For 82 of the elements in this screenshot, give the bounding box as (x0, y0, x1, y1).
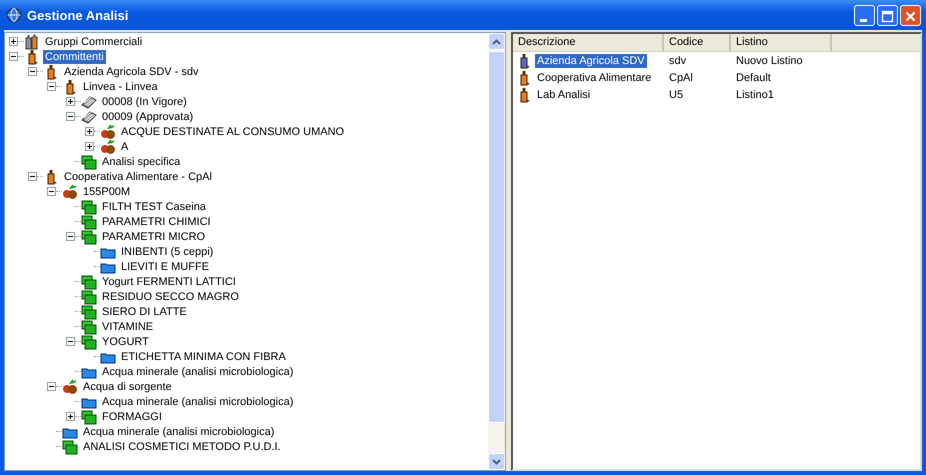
tree-item[interactable]: Gruppi Commerciali (43, 34, 144, 48)
table-cell-text: Default (735, 72, 772, 84)
column-header[interactable]: Listino (731, 34, 832, 51)
expander-toggle[interactable] (66, 412, 75, 421)
list-item[interactable]: Lab Analisi (535, 88, 592, 102)
close-button[interactable] (900, 4, 921, 26)
globe-icon (6, 7, 22, 23)
tree-item[interactable]: ACQUE DESTINATE AL CONSUMO UMANO (119, 124, 346, 138)
tree-item[interactable]: VITAMINE (100, 320, 156, 334)
table-cell-text: Listino1 (735, 88, 775, 100)
scroll-up-button[interactable] (488, 33, 505, 50)
stack-icon (81, 94, 97, 110)
window-title: Gestione Analisi (27, 8, 130, 22)
column-header[interactable]: Codice (664, 34, 731, 51)
tree-item[interactable]: PARAMETRI MICRO (100, 230, 208, 244)
tree-item[interactable]: PARAMETRI CHIMICI (100, 214, 213, 228)
expander-toggle[interactable] (9, 52, 18, 61)
table-cell-text: CpAl (668, 72, 694, 84)
tree-item[interactable]: LIEVITI E MUFFE (119, 260, 212, 274)
tree-item[interactable]: Acqua minerale (analisi microbiologica) (81, 424, 276, 438)
expander-toggle[interactable] (85, 127, 94, 136)
column-header[interactable]: Descrizione (513, 34, 664, 51)
folder-icon (81, 228, 97, 244)
tree-item[interactable]: YOGURT (100, 334, 151, 348)
expander-toggle[interactable] (66, 232, 75, 241)
expander-toggle[interactable] (28, 67, 37, 76)
tree-item[interactable]: ETICHETTA MINIMA CON FIBRA (119, 350, 288, 364)
folder-icon (81, 288, 97, 304)
minimize-button[interactable] (854, 4, 875, 26)
tree-item[interactable]: Yogurt FERMENTI LATTICI (100, 274, 238, 288)
folder-icon (81, 214, 97, 230)
table-cell-text: U5 (668, 88, 684, 100)
folder-icon (81, 408, 97, 424)
minimize-icon (860, 18, 867, 22)
tree-item[interactable]: ANALISI COSMETICI METODO P.U.D.I. (81, 440, 283, 454)
tree-item[interactable]: FILTH TEST Caseina (100, 200, 208, 214)
tree-item[interactable]: Acqua minerale (analisi microbiologica) (100, 394, 296, 408)
folder-icon (81, 154, 97, 170)
fruit-icon (62, 378, 78, 394)
stack-icon (81, 108, 97, 124)
table-cell-text: Nuovo Listino (735, 54, 804, 66)
expander-toggle[interactable] (47, 382, 56, 391)
list-item[interactable]: Cooperativa Alimentare (535, 70, 654, 84)
expander-toggle[interactable] (66, 97, 75, 106)
folder-icon (81, 274, 97, 290)
maximize-button[interactable] (877, 4, 898, 26)
tree-item[interactable]: 155P00M (81, 184, 132, 198)
folder-icon (81, 318, 97, 334)
fruit-icon (62, 184, 78, 200)
tree-item[interactable]: 00008 (In Vigore) (100, 94, 189, 108)
bottles-icon (24, 34, 40, 50)
folder-icon (81, 198, 97, 214)
scroll-down-button[interactable] (488, 453, 505, 470)
expander-toggle[interactable] (28, 172, 37, 181)
list-item[interactable]: Azienda Agricola SDV (535, 54, 647, 68)
expander-toggle[interactable] (47, 187, 56, 196)
tree-item[interactable]: Linvea - Linvea (81, 80, 160, 94)
expander-toggle[interactable] (47, 82, 56, 91)
tree-item[interactable]: FORMAGGI (100, 410, 164, 424)
expander-toggle[interactable] (9, 37, 18, 46)
chevron-down-icon (492, 458, 501, 464)
expander-toggle[interactable] (85, 142, 94, 151)
folder-icon (62, 438, 78, 454)
tree-item[interactable]: Analisi specifica (100, 154, 182, 168)
tree-item[interactable]: Committenti (43, 50, 106, 64)
tree-item[interactable]: Cooperativa Alimentare - CpAl (62, 170, 214, 184)
fruit-icon (100, 138, 116, 154)
tree-item[interactable]: Acqua minerale (analisi microbiologica) (100, 364, 296, 378)
chevron-up-icon (492, 38, 501, 44)
tree-item[interactable]: RESIDUO SECCO MAGRO (100, 290, 241, 304)
expander-toggle[interactable] (66, 337, 75, 346)
tree-item[interactable]: SIERO DI LATTE (100, 304, 189, 318)
fruit-icon (100, 124, 116, 140)
folder-icon (81, 304, 97, 320)
expander-toggle[interactable] (66, 112, 75, 121)
tree-item[interactable]: Azienda Agricola SDV - sdv (62, 64, 201, 78)
tree-item[interactable]: INIBENTI (5 ceppi) (119, 244, 216, 258)
tree-item[interactable]: Acqua di sorgente (81, 380, 174, 394)
tree-item[interactable]: 00009 (Approvata) (100, 110, 196, 124)
tree-item[interactable]: A (119, 140, 130, 154)
folder-icon (81, 334, 97, 350)
table-cell-text: sdv (668, 54, 688, 66)
